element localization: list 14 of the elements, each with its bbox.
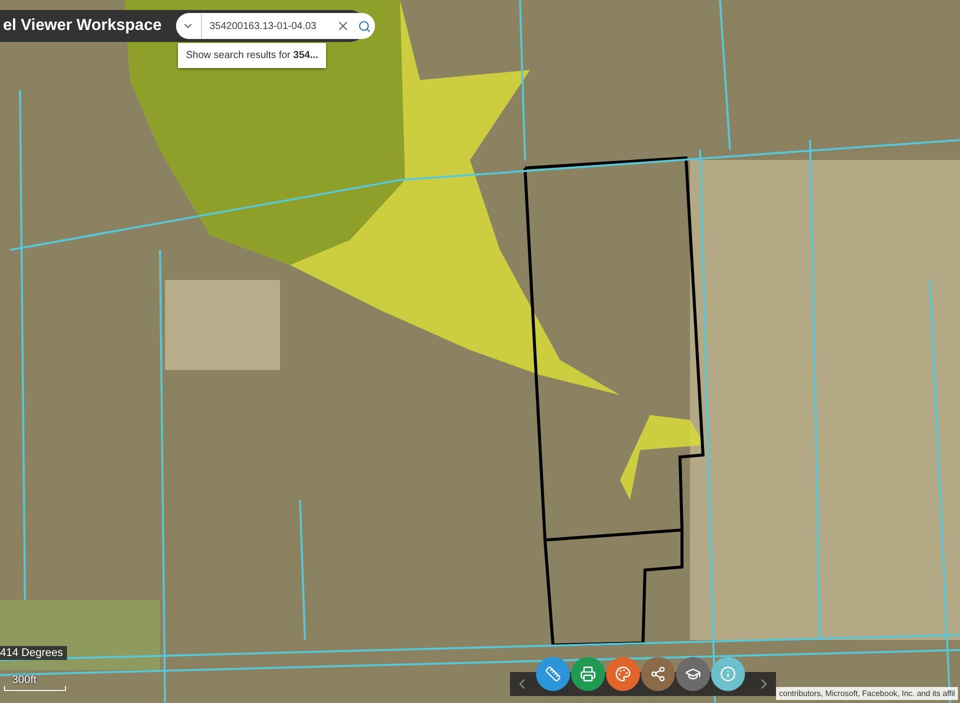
printer-icon (580, 666, 596, 682)
aerial-map-drawing[interactable] (0, 0, 960, 703)
search-field[interactable]: 354200163.13-01-04.03 (176, 13, 375, 39)
map-attribution: contributors, Microsoft, Facebook, Inc. and its affil (776, 687, 958, 700)
share-icon (650, 666, 666, 682)
scale-label: 300ft (12, 674, 38, 686)
coordinates-readout: 414 Degrees (0, 646, 67, 660)
info-icon (720, 666, 736, 682)
cap-icon (685, 666, 701, 682)
search-suggestion[interactable]: Show search results for 354... (178, 43, 326, 68)
app-title: el Viewer Workspace (3, 17, 162, 35)
palette-icon (615, 666, 631, 682)
ruler-icon (545, 666, 561, 682)
search-icon (358, 20, 371, 32)
